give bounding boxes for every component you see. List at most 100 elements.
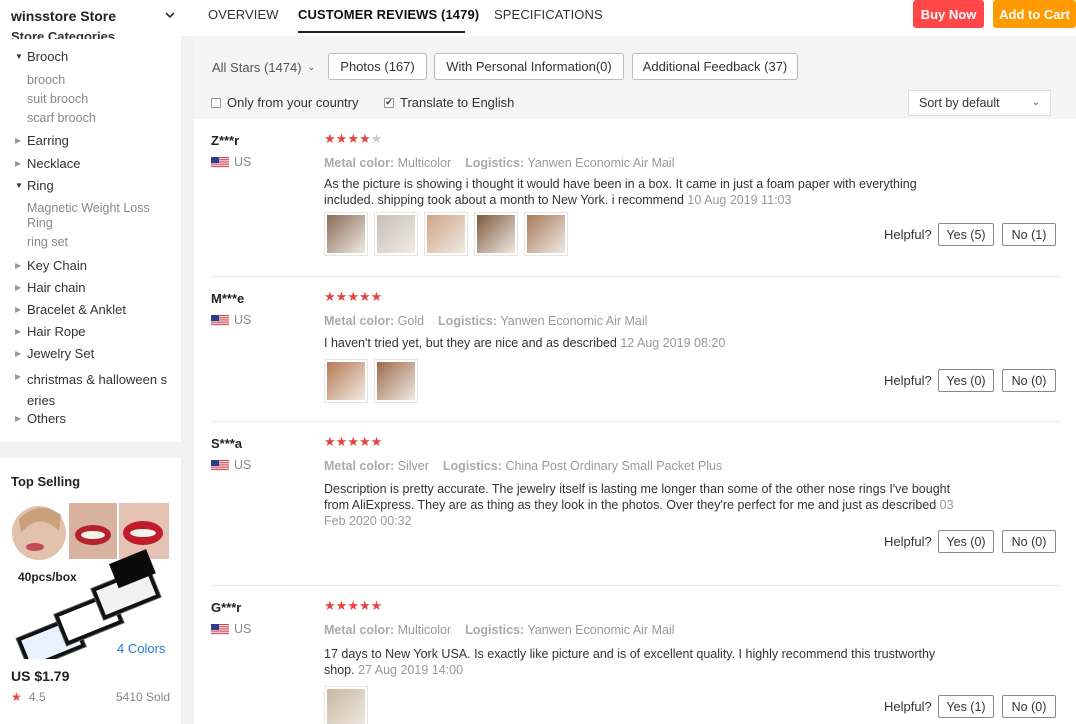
star-icon: ★ [324, 598, 336, 613]
helpful-yes-button[interactable]: Yes (0) [938, 530, 994, 553]
caret-right-icon[interactable]: ▶ [15, 283, 27, 292]
category-bracelet-anklet[interactable]: ▶ Bracelet & Anklet [15, 302, 126, 317]
sort-select[interactable]: Sort by default ⌄ [908, 90, 1051, 116]
add-to-cart-button[interactable]: Add to Cart [993, 0, 1076, 28]
review-photo-thumbnail[interactable] [474, 212, 518, 256]
review-body: Description is pretty accurate. The jewe… [324, 482, 951, 512]
caret-right-icon[interactable]: ▶ [15, 305, 27, 314]
photo-image [377, 215, 415, 253]
caret-right-icon[interactable]: ▶ [15, 261, 27, 270]
logistics-value: Yanwen Economic Air Mail [527, 623, 675, 637]
helpful-yes-button[interactable]: Yes (1) [938, 695, 994, 718]
caret-down-icon[interactable]: ▼ [15, 181, 27, 190]
caret-down-icon[interactable]: ▼ [15, 52, 27, 61]
caret-right-icon[interactable]: ▶ [15, 136, 27, 145]
helpful-yes-button[interactable]: Yes (0) [938, 369, 994, 392]
star-rating: ★★★★★ [324, 434, 382, 450]
review-item: G***r US ★★★★★ Metal color: Multicolor Logis… [194, 598, 1076, 724]
only-country-checkbox-row[interactable]: Only from your country [211, 95, 359, 110]
translate-checkbox[interactable]: ✔ [384, 97, 394, 108]
logistics-value: China Post Ordinary Small Packet Plus [505, 459, 723, 473]
top-selling-product-image[interactable]: 40pcs/box 4 Colors [11, 501, 169, 659]
country-code: US [234, 458, 252, 472]
photos-filter-button[interactable]: Photos (167) [328, 53, 427, 80]
caret-right-icon[interactable]: ▶ [15, 372, 27, 381]
star-rating: ★★★★★ [324, 131, 382, 147]
review-body: As the picture is showing i thought it w… [324, 177, 917, 207]
star-icon: ★ [370, 434, 383, 449]
reviewer-country: US [211, 622, 251, 636]
category-earring[interactable]: ▶ Earring [15, 133, 69, 148]
caret-right-icon[interactable]: ▶ [15, 349, 27, 358]
caret-right-icon[interactable]: ▶ [15, 159, 27, 168]
photo-image [377, 362, 415, 400]
all-stars-dropdown[interactable]: All Stars (1474) ⌄ [212, 60, 315, 75]
review-text: I haven't tried yet, but they are nice a… [324, 335, 964, 351]
caret-right-icon[interactable]: ▶ [15, 327, 27, 336]
star-icon: ★ [324, 131, 336, 146]
review-attributes: Metal color: Multicolor Logistics: Yanwen… [324, 156, 675, 170]
helpful-no-button[interactable]: No (0) [1002, 530, 1056, 553]
top-bar: winsstore Store OVERVIEW CUSTOMER REVIEW… [0, 0, 1076, 36]
helpful-yes-button[interactable]: Yes (5) [938, 223, 994, 246]
tab-customer-reviews[interactable]: CUSTOMER REVIEWS (1479) [298, 7, 479, 22]
review-photo-thumbnail[interactable] [324, 359, 368, 403]
star-icon: ★ [347, 434, 359, 449]
tab-overview[interactable]: OVERVIEW [208, 7, 279, 22]
metal-color-value: Multicolor [397, 623, 452, 637]
top-selling-title: Top Selling [11, 474, 81, 489]
logistics-label: Logistics: [465, 623, 525, 637]
review-photo-thumbnail[interactable] [374, 359, 418, 403]
star-icon: ★ [358, 434, 371, 449]
chevron-down-icon[interactable] [163, 8, 177, 22]
category-hair-chain[interactable]: ▶ Hair chain [15, 280, 86, 295]
star-icon: ★ [347, 289, 359, 304]
logistics-label: Logistics: [465, 156, 525, 170]
review-photo-thumbnail[interactable] [424, 212, 468, 256]
metal-color-label: Metal color: [324, 459, 395, 473]
logistics-label: Logistics: [442, 459, 502, 473]
category-brooch[interactable]: ▼ Brooch [15, 49, 68, 64]
star-icon: ★ [358, 289, 371, 304]
tab-specifications[interactable]: SPECIFICATIONS [494, 7, 603, 22]
helpful-no-button[interactable]: No (0) [1002, 695, 1056, 718]
category-hair-rope[interactable]: ▶ Hair Rope [15, 324, 86, 339]
review-date: 10 Aug 2019 11:03 [687, 193, 792, 207]
subcategory-scarf-brooch[interactable]: scarf brooch [27, 111, 96, 126]
star-icon: ★ [358, 131, 371, 146]
subcategory-brooch[interactable]: brooch [27, 73, 65, 88]
star-icon: ★ [347, 131, 359, 146]
sold-count: 5410 Sold [116, 690, 171, 704]
personal-info-filter-button[interactable]: With Personal Information(0) [434, 53, 624, 80]
us-flag-icon [211, 314, 229, 326]
reviewer-name: M***e [211, 291, 245, 306]
photo-image [327, 689, 365, 724]
review-attributes: Metal color: Gold Logistics: Yanwen Econo… [324, 314, 647, 328]
subcategory-ring-set[interactable]: ring set [27, 235, 68, 250]
category-christmas-halloween[interactable]: ▶ christmas & halloween series [15, 369, 175, 411]
metal-color-value: Silver [397, 459, 429, 473]
review-photo-thumbnail[interactable] [524, 212, 568, 256]
reviewer-name: G***r [211, 600, 242, 615]
review-photo-thumbnail[interactable] [374, 212, 418, 256]
review-photos [324, 359, 418, 403]
category-necklace[interactable]: ▶ Necklace [15, 156, 80, 171]
category-jewelry-set[interactable]: ▶ Jewelry Set [15, 346, 94, 361]
store-name[interactable]: winsstore Store [11, 8, 116, 24]
subcategory-magnetic-weight-loss-ring[interactable]: Magnetic Weight Loss Ring [27, 201, 167, 231]
additional-feedback-filter-button[interactable]: Additional Feedback (37) [632, 53, 798, 80]
helpful-no-button[interactable]: No (1) [1002, 223, 1056, 246]
review-photo-thumbnail[interactable] [324, 212, 368, 256]
category-others[interactable]: ▶ Others [15, 411, 66, 426]
subcategory-suit-brooch[interactable]: suit brooch [27, 92, 88, 107]
review-photo-thumbnail[interactable] [324, 686, 368, 724]
caret-right-icon[interactable]: ▶ [15, 414, 27, 423]
category-ring[interactable]: ▼ Ring [15, 178, 54, 193]
us-flag-icon [211, 623, 229, 635]
buy-now-button[interactable]: Buy Now [913, 0, 984, 28]
translate-checkbox-row[interactable]: ✔ Translate to English [384, 95, 514, 110]
star-rating: ★★★★★ [324, 598, 382, 614]
only-country-checkbox[interactable] [211, 97, 221, 108]
helpful-no-button[interactable]: No (0) [1002, 369, 1056, 392]
category-key-chain[interactable]: ▶ Key Chain [15, 258, 87, 273]
